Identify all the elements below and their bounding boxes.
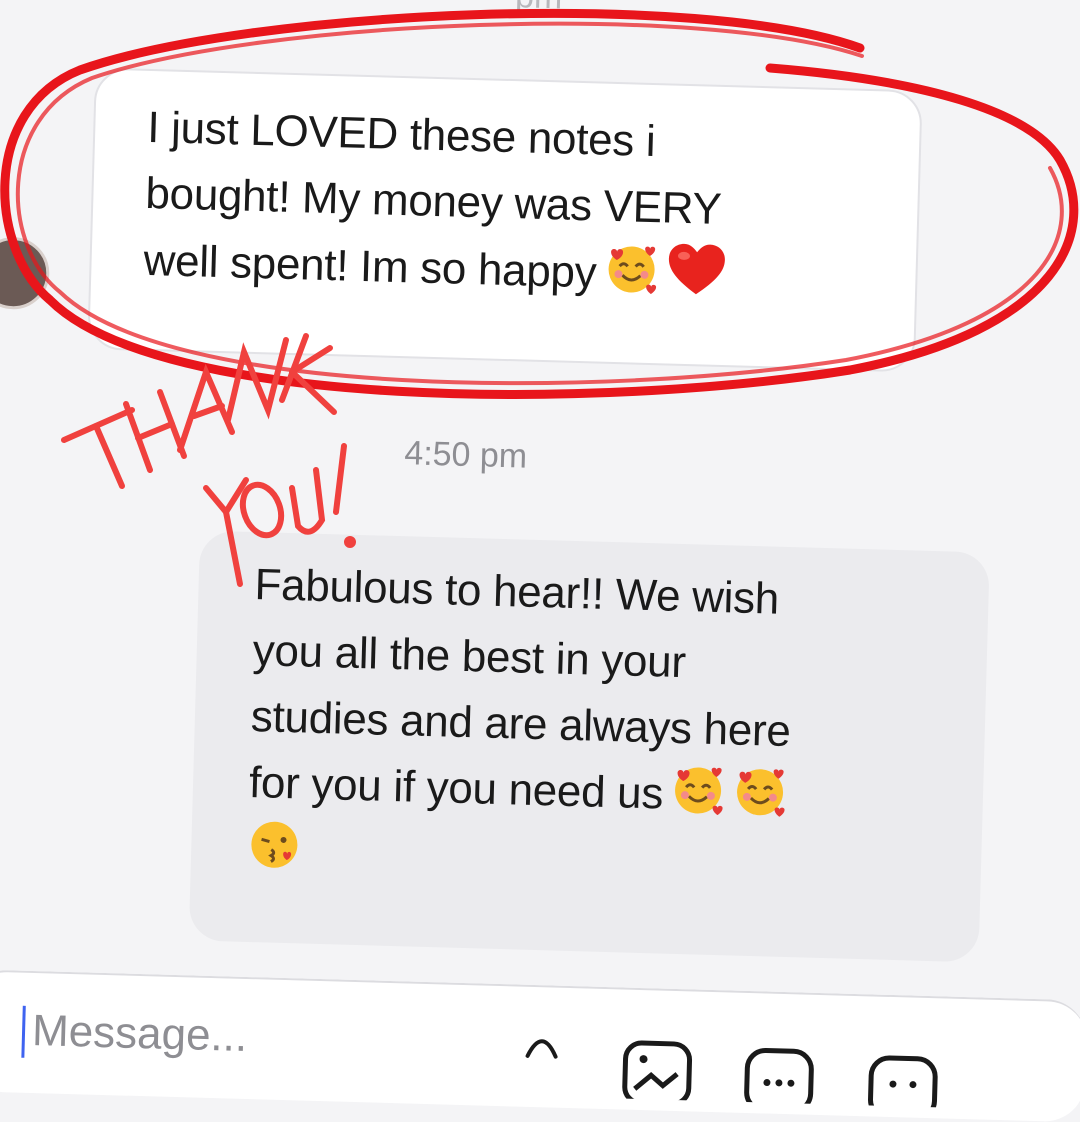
red-heart-icon: [668, 243, 725, 295]
sticker-icon[interactable]: [742, 1046, 816, 1104]
incoming-message-bubble[interactable]: I just LOVED these notes i bought! My mo…: [87, 67, 923, 373]
smiling-face-with-hearts-icon: [608, 246, 656, 294]
smiling-face-with-hearts-icon: [675, 767, 723, 816]
previous-timestamp: pm: [515, 0, 563, 17]
message-timestamp: 4:50 pm: [403, 434, 528, 476]
gallery-icon[interactable]: [620, 1038, 694, 1101]
avatar[interactable]: [0, 236, 51, 311]
face-blowing-a-kiss-icon: [251, 821, 298, 868]
smiling-face-with-hearts-icon: [737, 769, 785, 817]
outgoing-message-bubble[interactable]: Fabulous to hear!! We wish you all the b…: [188, 530, 990, 963]
chat-screen: pm I just LOVED these notes i bought! My…: [0, 0, 1080, 1122]
message-input[interactable]: [29, 997, 455, 1076]
gif-icon[interactable]: [866, 1053, 939, 1108]
chevron-up-icon[interactable]: [521, 1030, 562, 1061]
